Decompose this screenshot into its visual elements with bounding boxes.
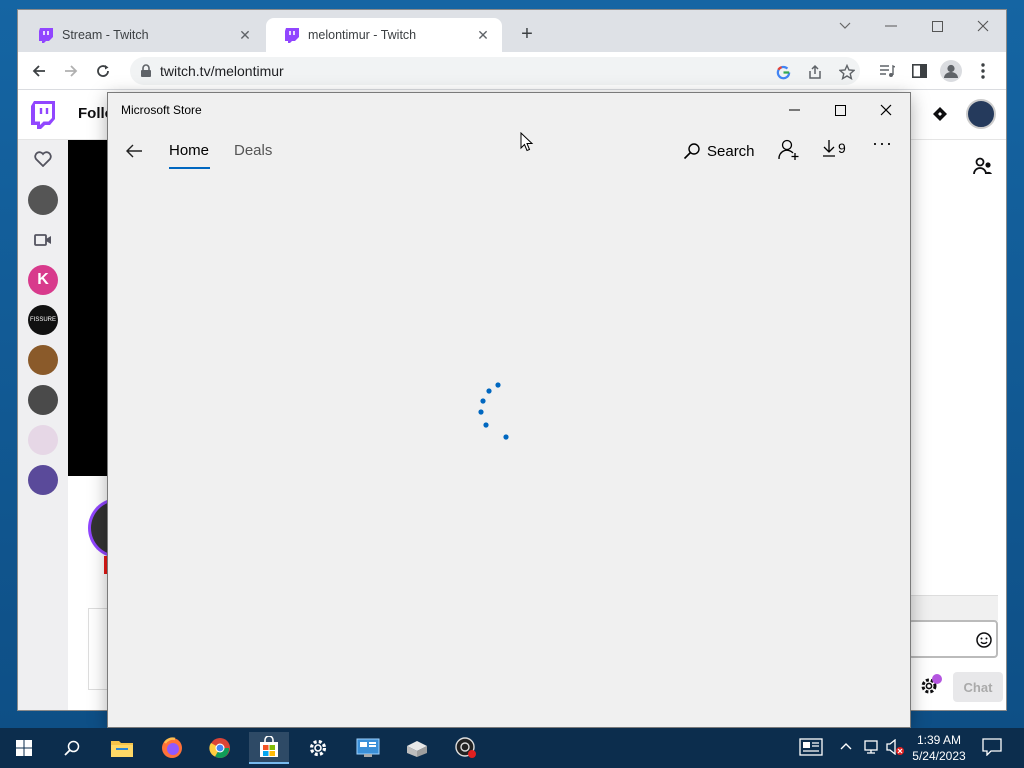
new-tab-button[interactable]: + [516,24,538,46]
news-widget-icon[interactable] [799,738,823,756]
community-icon[interactable] [973,157,993,175]
tab-stream-twitch[interactable]: Stream - Twitch ✕ [20,18,264,52]
tab-close-icon[interactable]: ✕ [474,26,492,44]
emote-picker-icon[interactable] [976,632,992,648]
channel-avatar[interactable]: FISSURE [28,305,58,335]
back-button[interactable] [26,58,52,84]
start-button[interactable] [4,732,44,764]
tab-deals[interactable]: Deals [234,142,272,159]
file-explorer-icon[interactable] [102,732,142,764]
tab-title: melontimur - Twitch [308,28,417,42]
clock-time: 1:39 AM [916,733,962,747]
window-title: Microsoft Store [121,103,202,117]
microsoft-store-window: Microsoft Store Home Deals Search 9 ··· [108,93,910,727]
channel-avatar[interactable] [28,465,58,495]
clock-date: 5/24/2023 [912,749,966,763]
firefox-icon[interactable] [152,732,192,764]
control-panel-icon[interactable] [348,732,388,764]
store-search-button[interactable]: Search [683,139,755,163]
close-button[interactable] [960,10,1006,42]
maximize-button[interactable] [914,10,960,42]
tab-close-icon[interactable]: ✕ [236,26,254,44]
twitch-favicon-icon [285,28,299,43]
minimize-button[interactable] [868,10,914,42]
settings-gear-icon[interactable] [298,732,338,764]
system-clock[interactable]: 1:39 AM 5/24/2023 [906,732,972,764]
obs-recorder-icon[interactable] [446,732,486,764]
download-arrow-icon [823,140,835,157]
active-tab-indicator [169,167,210,169]
tab-title: Stream - Twitch [62,28,149,42]
forward-button[interactable] [58,58,84,84]
more-options-icon[interactable]: ··· [872,133,893,154]
chrome-icon[interactable] [200,732,240,764]
address-bar[interactable]: twitch.tv/melontimur [130,57,860,85]
tab-search-icon[interactable] [822,10,868,42]
prime-diamond-icon[interactable] [932,106,948,122]
twitch-logo-icon[interactable] [30,100,56,130]
chat-strip [908,595,998,621]
lock-icon [141,64,151,77]
chat-input[interactable] [908,620,998,658]
twitch-sidebar: K FISSURE [18,140,68,710]
store-close-button[interactable] [863,97,909,123]
google-lens-icon[interactable] [774,63,792,81]
search-icon[interactable] [52,732,92,764]
chat-send-button[interactable]: Chat [953,672,1003,702]
user-avatar[interactable] [966,99,996,129]
microsoft-store-taskbar-icon[interactable] [249,732,289,764]
channel-avatar[interactable] [28,185,58,215]
media-control-icon[interactable] [874,58,900,84]
channel-avatar[interactable] [28,345,58,375]
followed-heart-icon[interactable] [28,144,58,174]
reload-button[interactable] [90,58,116,84]
channel-avatar[interactable] [28,425,58,455]
account-icon[interactable] [776,137,802,163]
package-installer-icon[interactable] [397,732,437,764]
chrome-menu-icon[interactable] [970,58,996,84]
notification-center-icon[interactable] [982,738,1002,756]
tab-melontimur-twitch[interactable]: melontimur - Twitch ✕ [266,18,502,52]
url-text: twitch.tv/melontimur [160,63,284,79]
tab-strip: Stream - Twitch ✕ melontimur - Twitch ✕ … [18,10,1006,52]
windows-taskbar: 1:39 AM 5/24/2023 [0,728,1024,768]
share-icon[interactable] [806,63,824,81]
channel-avatar[interactable] [28,385,58,415]
store-back-button[interactable] [122,139,146,163]
network-icon[interactable] [862,739,880,755]
tab-home[interactable]: Home [169,142,209,159]
browser-toolbar: twitch.tv/melontimur [18,52,1006,90]
chevron-up-icon[interactable] [840,742,852,750]
store-minimize-button[interactable] [771,97,817,123]
side-panel-icon[interactable] [906,58,932,84]
twitch-favicon-icon [39,28,53,43]
mouse-cursor-icon [520,132,534,152]
volume-muted-icon[interactable] [885,739,905,755]
notification-dot [932,674,942,684]
downloads-count: 9 [838,140,846,156]
channel-avatar[interactable]: K [28,265,58,295]
loading-spinner [478,382,509,440]
video-camera-icon[interactable] [28,225,58,255]
store-maximize-button[interactable] [817,97,863,123]
search-label: Search [707,142,755,160]
store-nav-bar: Home Deals Search 9 ··· [108,127,910,177]
profile-avatar[interactable] [938,58,964,84]
bookmark-star-icon[interactable] [838,63,856,81]
downloads-button[interactable]: 9 [822,139,846,157]
search-icon [683,143,700,160]
